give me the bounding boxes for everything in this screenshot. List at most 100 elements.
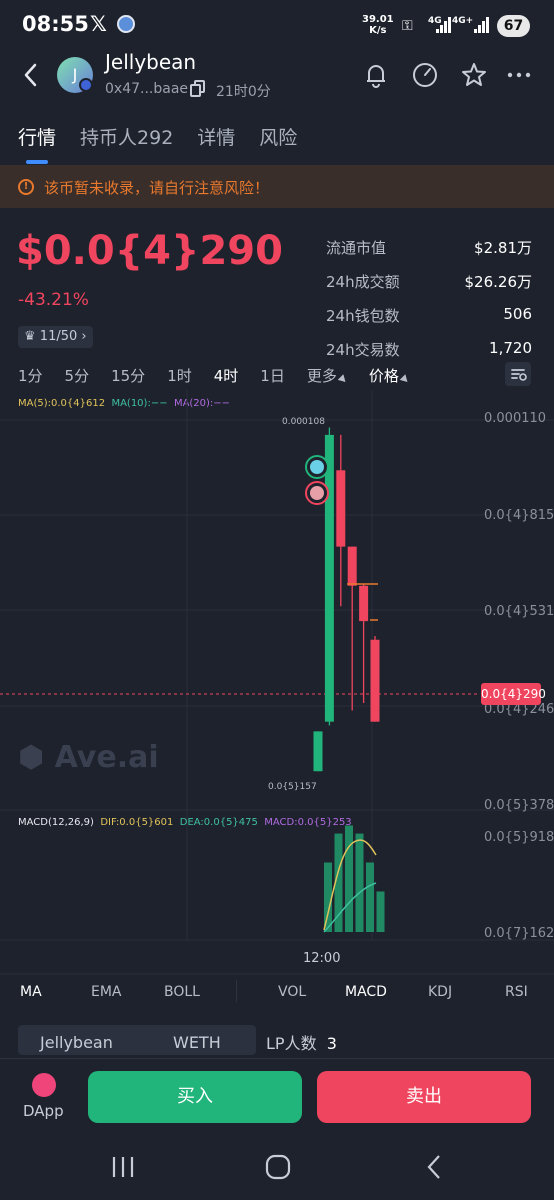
- ave-ai-logo-icon: ⬢: [18, 740, 55, 775]
- battery-indicator: 67: [497, 15, 530, 37]
- system-nav-bar: [0, 1140, 554, 1200]
- trade-marker-sell[interactable]: [305, 481, 329, 505]
- dapp-label[interactable]: DApp: [23, 1102, 64, 1120]
- timeframe-1h[interactable]: 1时: [167, 365, 192, 386]
- macd-label: MACD(12,26,9): [18, 817, 94, 828]
- price-axis-tick: 0.000110: [484, 411, 547, 426]
- timeframe-1d[interactable]: 1日: [260, 365, 285, 386]
- stat-row: 24h钱包数 506: [326, 305, 532, 339]
- timeframe-4h[interactable]: 4时: [214, 365, 239, 386]
- warning-text: 该币暂未收录，请自行注意风险！: [44, 179, 270, 197]
- active-tab-indicator: [26, 160, 48, 164]
- indicator-boll[interactable]: BOLL: [164, 984, 200, 1000]
- price-axis-tick: 0.0{4}815: [484, 508, 554, 523]
- signal-icon-1: [436, 17, 452, 33]
- indicator-vol[interactable]: VOL: [278, 984, 306, 1000]
- rank-badge[interactable]: ♛ 11/50 ›: [18, 326, 93, 348]
- macd-bar: [355, 833, 364, 932]
- nav-back-icon[interactable]: [424, 1154, 444, 1180]
- lp-value: 3: [326, 1034, 337, 1053]
- pool-token-b: WETH: [173, 1033, 221, 1052]
- ave-ai-watermark: ⬢ Ave.ai: [18, 740, 159, 775]
- clock: 08:55: [22, 12, 89, 36]
- recent-apps-icon[interactable]: [110, 1155, 136, 1179]
- copy-icon[interactable]: [190, 80, 206, 97]
- gauge-icon[interactable]: [410, 60, 440, 90]
- candles: [313, 427, 380, 772]
- macd-bar: [376, 891, 385, 932]
- buy-button[interactable]: 买入: [88, 1071, 302, 1123]
- crown-icon: ♛: [24, 329, 40, 344]
- rank-value: 11/50: [39, 329, 78, 344]
- pool-token-a: Jellybean: [40, 1033, 113, 1052]
- timeframe-selector: 1分 5分 15分 1时 4时 1日 更多 价格: [18, 365, 431, 386]
- indicator-kdj[interactable]: KDJ: [428, 984, 452, 1000]
- token-name: Jellybean: [105, 50, 197, 74]
- lp-label: LP人数: [266, 1034, 317, 1053]
- current-price: $0.0{4}290: [16, 228, 283, 274]
- macd-legend: MACD(12,26,9) DIF:0.0{5}601 DEA:0.0{5}47…: [18, 817, 352, 828]
- star-icon[interactable]: [459, 60, 489, 90]
- macd-bar: [366, 862, 374, 932]
- stat-value: 506: [503, 305, 532, 323]
- stat-label: 24h钱包数: [326, 307, 400, 325]
- lp-count: LP人数 3: [266, 1030, 337, 1054]
- back-arrow-icon[interactable]: [20, 62, 42, 88]
- indicator-macd[interactable]: MACD: [345, 984, 387, 1000]
- macd-axis-tick: 0.0{7}162: [484, 926, 554, 941]
- stat-label: 24h成交额: [326, 273, 400, 291]
- more-icon[interactable]: [505, 60, 535, 90]
- dropdown-arrow-icon: [337, 374, 349, 385]
- candle-body: [313, 731, 323, 772]
- home-icon[interactable]: [265, 1154, 291, 1180]
- risk-warning-banner: ! 该币暂未收录，请自行注意风险！: [0, 165, 554, 208]
- timeframe-5m[interactable]: 5分: [65, 365, 90, 386]
- macd-bar: [324, 862, 332, 932]
- stat-row: 24h成交额 $26.26万: [326, 271, 532, 305]
- tab-market[interactable]: 行情: [18, 123, 56, 150]
- status-bar: 08:55 𝕏 39.01 K/s ⚿ 4G 4G+ 67: [0, 0, 554, 50]
- price-mode-dropdown[interactable]: 价格: [369, 365, 411, 386]
- indicator-ema[interactable]: EMA: [91, 984, 122, 1000]
- network-speed: 39.01 K/s: [362, 14, 394, 36]
- main-tabs: 行情 持币人292 详情 风险: [18, 123, 297, 150]
- key-icon: ⚿: [402, 18, 413, 34]
- stat-value: $26.26万: [464, 273, 533, 291]
- timeframe-more-label: 更多: [306, 367, 337, 385]
- candle-body: [347, 546, 357, 586]
- price-chart[interactable]: [0, 390, 554, 980]
- bell-icon[interactable]: [361, 60, 391, 90]
- token-age: 21时0分: [216, 84, 271, 100]
- pool-pair[interactable]: Jellybean WETH: [18, 1025, 256, 1055]
- warning-icon: !: [18, 179, 34, 195]
- tab-holders[interactable]: 持币人292: [80, 123, 173, 150]
- watermark-text: Ave.ai: [54, 740, 159, 775]
- notification-app-icon: [117, 15, 135, 33]
- timeframe-more[interactable]: 更多: [306, 365, 349, 386]
- token-address: 0x47...baae: [105, 81, 189, 97]
- chart-settings-icon[interactable]: [505, 362, 531, 386]
- stat-label: 流通市值: [326, 239, 387, 257]
- indicator-ma[interactable]: MA: [20, 984, 42, 1000]
- dapp-icon[interactable]: [32, 1073, 56, 1097]
- network-type-2: 4G+: [452, 16, 474, 26]
- tab-risk[interactable]: 风险: [259, 123, 297, 150]
- timeframe-1m[interactable]: 1分: [18, 365, 43, 386]
- timeframe-15m[interactable]: 15分: [111, 365, 145, 386]
- macd-bar: [345, 825, 353, 932]
- x-app-icon: 𝕏: [90, 12, 107, 36]
- stat-value: $2.81万: [474, 239, 532, 257]
- speed-value: 39.01: [362, 14, 394, 25]
- price-change: -43.21%: [18, 290, 89, 310]
- time-axis-label: 12:00: [303, 951, 341, 966]
- indicator-divider: [236, 980, 237, 1002]
- low-price-label: 0.0{5}157: [268, 782, 317, 792]
- sell-button[interactable]: 卖出: [317, 1071, 531, 1123]
- trade-marker-buy[interactable]: [305, 455, 329, 479]
- candle-body: [370, 639, 380, 722]
- tab-details[interactable]: 详情: [197, 123, 235, 150]
- current-price-tag: 0.0{4}290: [481, 683, 546, 705]
- dropdown-arrow-icon: [399, 374, 411, 385]
- macd-axis-tick: 0.0{5}918: [484, 830, 554, 845]
- indicator-rsi[interactable]: RSI: [505, 984, 528, 1000]
